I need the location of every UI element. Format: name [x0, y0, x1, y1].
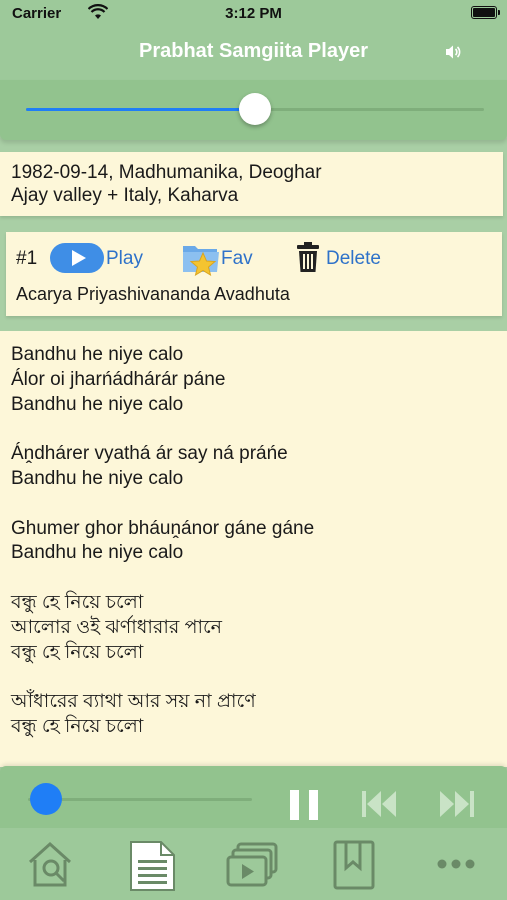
lyric-line: Áṋdhárer vyathá ár say ná práńe — [11, 443, 288, 465]
home-search-icon[interactable] — [24, 840, 80, 890]
volume-slider-card — [0, 80, 507, 140]
volume-slider[interactable] — [26, 93, 484, 125]
lyric-line: Bandhu he niye calo — [11, 542, 184, 564]
volume-slider-fill — [26, 108, 255, 111]
play-icon[interactable] — [50, 243, 104, 273]
song-info-date-place: 1982-09-14, Madhumanika, Deoghar — [11, 162, 322, 183]
track-artist: Acarya Priyashivananda Avadhuta — [16, 284, 290, 304]
pause-icon[interactable] — [290, 790, 318, 820]
battery-icon — [471, 6, 500, 19]
document-icon[interactable] — [128, 840, 178, 892]
trash-icon[interactable] — [296, 241, 320, 273]
speaker-icon[interactable] — [444, 43, 462, 61]
lyric-line: বন্ধু হে নিয়ে চলো — [11, 641, 144, 663]
lyric-line: বন্ধু হে নিয়ে চলো — [11, 591, 144, 613]
lyric-blank-line — [11, 492, 496, 517]
tab-bar — [0, 828, 507, 900]
song-info-tune-rhythm: Ajay valley + Italy, Kaharva — [11, 185, 239, 206]
lyric-line: বন্ধু হে নিয়ে চলো — [11, 715, 144, 737]
lyric-blank-line — [11, 417, 496, 442]
player-bar — [0, 766, 507, 828]
volume-slider-thumb[interactable] — [239, 93, 271, 125]
fav-button[interactable]: Fav — [221, 248, 253, 270]
playback-progress-thumb[interactable] — [29, 783, 62, 815]
play-button[interactable]: Play — [106, 248, 143, 270]
more-icon[interactable] — [436, 858, 476, 870]
lyric-line: Álor oi jharńádhárár páne — [11, 368, 226, 390]
status-bar: Carrier 3:12 PM — [0, 0, 507, 26]
lyric-line: Bandhu he niye calo — [11, 344, 184, 365]
bookmark-icon[interactable] — [332, 840, 378, 892]
favorite-folder-star-icon[interactable] — [181, 240, 221, 276]
lyric-blank-line — [11, 566, 496, 591]
track-card: #1 Play Fav Delete Acarya Priyashivanand… — [6, 232, 502, 316]
skip-previous-icon[interactable] — [360, 788, 400, 820]
lyrics-panel[interactable]: Bandhu he niye calo Álor oi jharńádhárár … — [0, 331, 507, 767]
delete-button[interactable]: Delete — [326, 248, 381, 270]
lyric-line: আলোর ওই ঝর্ণাধারার পানে — [11, 616, 222, 638]
song-info-card: 1982-09-14, Madhumanika, Deoghar Ajay va… — [0, 152, 503, 216]
top-bar: Carrier 3:12 PM Prabhat Samgiita Player — [0, 0, 507, 80]
status-time: 3:12 PM — [225, 5, 282, 22]
lyric-blank-line — [11, 665, 496, 690]
lyric-line: আঁধারের ব্যাথা আর সয় না প্রাণে — [11, 691, 256, 713]
lyric-line: Ghumer ghor bháuṋánor gáne gáne — [11, 517, 315, 539]
lyric-line: Bandhu he niye calo — [11, 393, 184, 415]
lyric-line: Bandhu he niye calo — [11, 467, 184, 489]
skip-next-icon[interactable] — [436, 788, 476, 820]
page-title: Prabhat Samgiita Player — [139, 40, 368, 62]
playback-progress-slider[interactable] — [28, 783, 252, 815]
playlist-video-icon[interactable] — [226, 840, 282, 890]
track-number: #1 — [16, 248, 38, 269]
